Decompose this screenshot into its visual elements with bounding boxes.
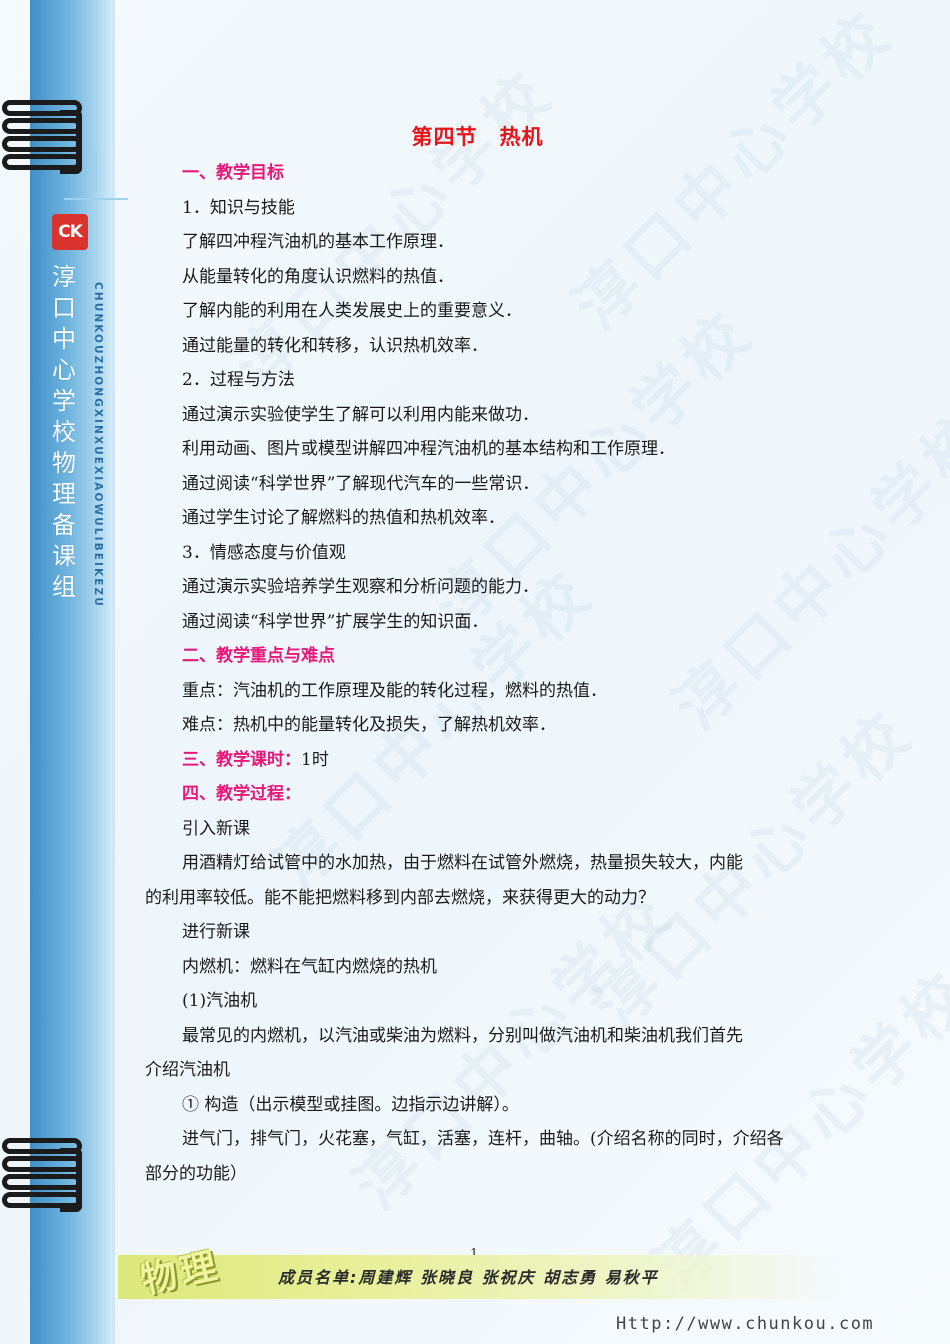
subsection-title: 2．过程与方法	[182, 370, 295, 390]
paragraph: 重点：汽油机的工作原理及能的转化过程，燃料的热值．	[182, 680, 607, 701]
paragraph: 内燃机：燃料在气缸内燃烧的热机	[182, 956, 437, 977]
section-heading-row: 三、教学课时：1时	[145, 743, 810, 778]
paragraph: 进行新课	[182, 922, 250, 942]
ring-clip-icon	[60, 110, 82, 174]
page-title: 第四节 热机	[411, 125, 544, 149]
paragraph-continued: 部分的功能）	[145, 1163, 247, 1184]
paragraph: (1)汽油机	[182, 991, 258, 1011]
paragraph: 利用动画、图片或模型讲解四冲程汽油机的基本结构和工作原理．	[182, 439, 675, 459]
section-heading: 三、教学课时：	[182, 749, 301, 770]
footer-members: 成员名单:周建辉 张晓良 张祝庆 胡志勇 易秋平	[278, 1268, 659, 1287]
school-name-pinyin: CHUNKOUZHONGXINXUEXIAOWULIBEIKEZU	[92, 282, 104, 608]
section-heading: 二、教学重点与难点	[182, 646, 335, 666]
paragraph: 难点：热机中的能量转化及损失，了解热机效率．	[182, 715, 556, 735]
section-heading: 四、教学过程：	[182, 784, 301, 804]
paragraph: 通过演示实验培养学生观察和分析问题的能力．	[182, 577, 539, 597]
paragraph: 用酒精灯给试管中的水加热，由于燃料在试管外燃烧，热量损失较大，内能	[182, 853, 743, 873]
subsection-title: 3．情感态度与价值观	[182, 542, 346, 563]
document-body: 第四节 热机 一、教学目标 1．知识与技能 了解四冲程汽油机的基本工作原理． 从…	[145, 118, 810, 1191]
school-logo: CK	[52, 214, 88, 250]
subsection-title: 1．知识与技能	[182, 197, 295, 218]
paragraph: 通过阅读“科学世界”了解现代汽车的一些常识．	[182, 473, 540, 494]
paragraph: 通过阅读“科学世界”扩展学生的知识面．	[182, 611, 489, 632]
ring-clip-icon	[60, 1148, 82, 1212]
paragraph: 从能量转化的角度认识燃料的热值．	[182, 266, 454, 287]
paragraph: 进气门，排气门，火花塞，气缸，活塞，连杆，曲轴。(介绍名称的同时，介绍各	[182, 1129, 784, 1149]
paragraph: 引入新课	[182, 818, 250, 839]
paragraph: 通过演示实验使学生了解可以利用内能来做功．	[182, 404, 539, 425]
paragraph: 通过学生讨论了解燃料的热值和热机效率．	[182, 508, 505, 528]
footer-url[interactable]: Http://www.chunkou.com	[616, 1314, 874, 1334]
paragraph: 了解四冲程汽油机的基本工作原理．	[182, 232, 454, 252]
paragraph: 了解内能的利用在人类发展史上的重要意义．	[182, 301, 522, 321]
school-name-vertical: 淳口中心学校物理备课组	[52, 263, 76, 601]
strip-divider	[64, 198, 128, 200]
paragraph: ① 构造（出示模型或挂图。边指示边讲解）。	[182, 1094, 519, 1115]
paragraph: 通过能量的转化和转移，认识热机效率．	[182, 335, 488, 356]
paragraph-continued: 的利用率较低。能不能把燃料移到内部去燃烧，来获得更大的动力？	[145, 887, 655, 908]
section-heading: 一、教学目标	[182, 163, 284, 183]
lesson-hours: 1时	[301, 749, 329, 770]
paragraph-continued: 介绍汽油机	[145, 1060, 230, 1080]
binding-strip-edge	[112, 0, 115, 1344]
strip-divider	[95, 150, 97, 192]
paragraph: 最常见的内燃机，以汽油或柴油为燃料，分别叫做汽油机和柴油机我们首先	[182, 1025, 743, 1046]
